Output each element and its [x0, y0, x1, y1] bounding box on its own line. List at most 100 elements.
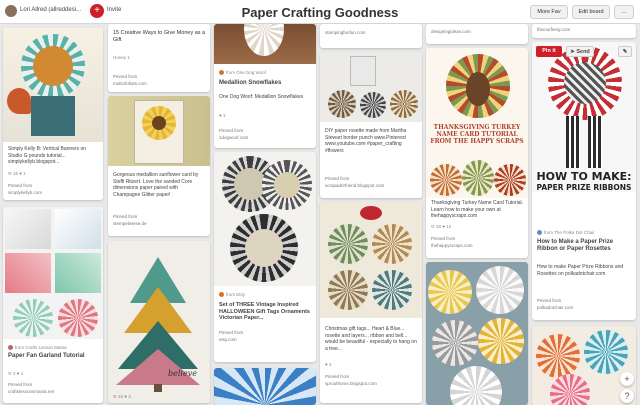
help-button[interactable]: ? [620, 389, 634, 403]
pin-image[interactable] [108, 96, 210, 166]
pin-source[interactable]: stempelwiese.de [113, 221, 206, 227]
pin-image[interactable] [320, 202, 422, 318]
pin-image[interactable]: HOW TO MAKE: PAPER PRIZE RIBBONS [532, 42, 636, 192]
pin-image[interactable]: believe [108, 241, 210, 403]
pin-image[interactable] [426, 262, 528, 405]
pin-source[interactable]: multiofofiats.com [113, 81, 206, 87]
photo-step-1 [5, 209, 51, 249]
fan-shape [450, 366, 502, 405]
rosette-shape [584, 330, 628, 374]
pin-paper-fans[interactable] [426, 262, 528, 405]
pin-image[interactable] [214, 152, 316, 286]
pin-it-button[interactable]: Pin it [536, 46, 562, 57]
edit-pin-icon[interactable]: ✎ [618, 46, 632, 57]
pinner-line[interactable]: from The Polka Dot Chair [537, 230, 632, 235]
photo-step-4 [55, 253, 101, 293]
rosette-tag [372, 224, 412, 264]
pin-counts: ♥ 4 [325, 362, 332, 367]
pin-source[interactable]: scrapadrirfriend.blogspot.com [325, 183, 418, 189]
pin-halloween[interactable]: from Etsy Set of THREE Vintage Inspired … [214, 152, 316, 362]
pin-image[interactable] [3, 28, 103, 142]
send-button[interactable]: ➤ Send [566, 46, 594, 57]
pinner-avatar [219, 292, 224, 297]
pin-description: Gorgeous medallion sunflower card by Ste… [113, 172, 199, 198]
ribbon-tail [588, 116, 602, 168]
pinner-line[interactable]: from Etsy [219, 292, 312, 297]
pin-source[interactable]: tfavourfieng.com [537, 27, 632, 33]
tree-trunk [154, 384, 162, 392]
rosette-center [245, 229, 283, 267]
pin-source[interactable]: polkadotchair.com [537, 305, 632, 311]
invite-icon[interactable]: + [90, 4, 104, 18]
pinner-line[interactable]: from One Dog Woof [219, 70, 312, 75]
pin-fall-banner[interactable]: Simply Kelly B: Vertical Banners on Stud… [3, 28, 103, 200]
pinner-line[interactable]: from Crafts Lesson Mania [8, 345, 99, 350]
more-menu-button[interactable]: ... [614, 5, 634, 19]
pin-counts: ♥ 1 [219, 113, 226, 118]
pin-title: How to Make a Paper Prize Ribbon or Pape… [537, 239, 614, 252]
turkey-body [466, 72, 490, 106]
pin-image[interactable] [214, 24, 316, 64]
pin-counts: ⟳ 15 ♥ 4 [113, 394, 131, 399]
pinned-from-label: Pinned from [8, 382, 33, 387]
sunflower-center [152, 116, 166, 130]
pin-gift-tags[interactable]: Christmas gift tags... Heart & Blue... r… [320, 202, 422, 403]
invite-link[interactable]: Invite [107, 7, 121, 13]
pinner-avatar [537, 230, 542, 235]
fan-shape [432, 320, 478, 366]
pin-source[interactable]: thehappyscraps.com [431, 243, 524, 249]
pin-image[interactable] [320, 52, 422, 122]
pinner-avatar [219, 70, 224, 75]
rosette-shape [536, 334, 580, 378]
leaf-shape [7, 88, 31, 114]
pin-image[interactable]: THANKSGIVING TURKEY NAME CARD TUTORIAL F… [426, 48, 528, 198]
pin-source[interactable]: simplykellyb.com [8, 190, 99, 196]
pinned-from-label: Pinned from [219, 330, 244, 335]
pin-description: Simply Kelly B: Vertical Banners on Stud… [8, 146, 87, 165]
pin-turkey[interactable]: THANKSGIVING TURKEY NAME CARD TUTORIAL F… [426, 48, 528, 258]
image-caption: THANKSGIVING TURKEY NAME CARD TUTORIAL F… [430, 124, 524, 145]
board-header: Lori Allred (allreddesi... + Invite Pape… [0, 0, 640, 24]
pin-source[interactable]: sprouthome.blogspot.com [325, 381, 418, 387]
pin-top-mid[interactable]: stampingfunfun.com [320, 24, 422, 48]
pinned-from-label: Pinned from [325, 176, 350, 181]
rosette-shape [390, 90, 418, 118]
pin-fan-garland[interactable]: from Crafts Lesson Mania Paper Fan Garla… [3, 207, 103, 403]
fan-shape [428, 270, 472, 314]
pin-rosette-punch[interactable]: DIY paper rosette made from Martha Stewa… [320, 52, 422, 198]
pin-paper-tree[interactable]: believe ⟳ 15 ♥ 4 [108, 241, 210, 403]
ribbon-tail [566, 116, 580, 168]
owner-avatar[interactable] [5, 5, 17, 17]
pin-15-ways[interactable]: 15 Creative Ways to Give Money as a Gift… [108, 24, 210, 92]
pin-image[interactable] [3, 207, 103, 339]
pin-sunflower[interactable]: Gorgeous medallion sunflower card by Ste… [108, 96, 210, 236]
pin-top-right-2[interactable]: tfavourfieng.com [532, 24, 636, 38]
rosette-tag [372, 270, 412, 310]
pin-snowflakes[interactable]: from One Dog Woof Medallion Snowflakes O… [214, 24, 316, 148]
pin-source[interactable]: etsy.com [219, 337, 312, 343]
image-caption: believe [168, 369, 197, 378]
pin-prize-ribbons[interactable]: HOW TO MAKE: PAPER PRIZE RIBBONS Pin it … [532, 42, 636, 320]
pin-source[interactable]: 1dogwoof.com [219, 135, 312, 141]
pin-top-right-1[interactable]: designingideas.com [426, 24, 528, 44]
pin-counts: ⟳ 18 ♥ 12 [431, 224, 452, 229]
fan-shape [13, 299, 53, 337]
pin-source[interactable]: designingideas.com [431, 29, 524, 35]
pin-image[interactable] [214, 368, 316, 405]
pin-blue-rosettes[interactable] [214, 368, 316, 405]
pin-title: Medallion Snowflakes [219, 80, 282, 86]
pin-description: Thanksgiving Turkey Name Card Tutorial. … [431, 200, 523, 219]
snowflake-shape [244, 24, 284, 56]
rosette-tag [328, 224, 368, 264]
pin-source[interactable]: craftslessonsmania.net [8, 389, 99, 395]
owner-name[interactable]: Lori Allred (allreddesi... [20, 7, 81, 13]
pin-source[interactable]: stampingfunfun.com [325, 30, 418, 36]
edit-board-button[interactable]: Edit board [572, 5, 610, 19]
pin-title: Paper Fan Garland Tutorial [8, 353, 85, 359]
pinned-from-label: Pinned from [113, 74, 138, 79]
add-pin-button[interactable]: + [620, 372, 634, 386]
pin-counts: ⟳ 2 ♥ 1 [8, 371, 24, 376]
pinned-from-label: Pinned from [431, 236, 456, 241]
tree-tier [116, 349, 200, 385]
more-ideas-button[interactable]: More Fav [530, 5, 568, 19]
